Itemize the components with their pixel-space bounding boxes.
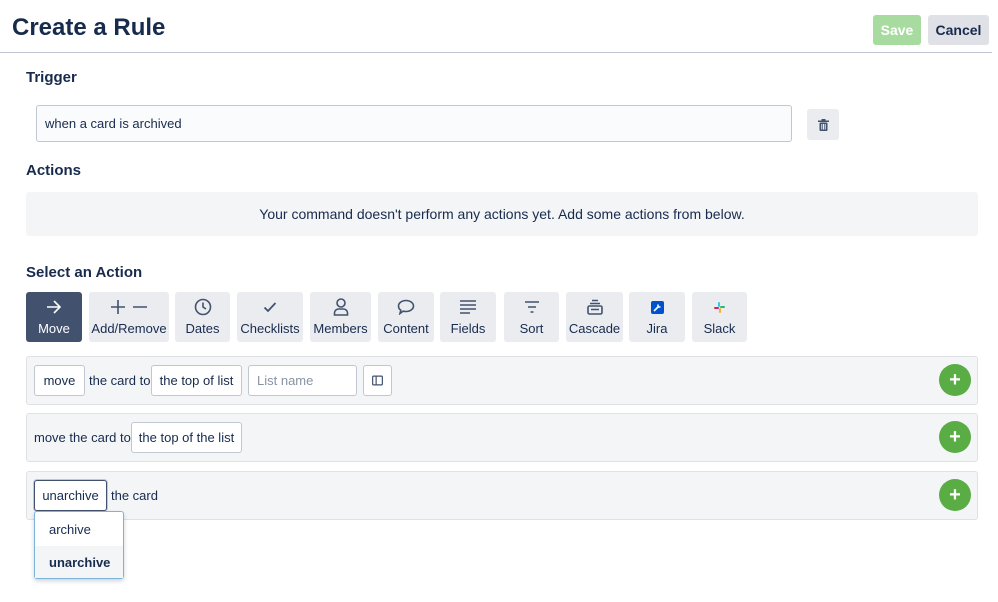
person-icon [333, 298, 349, 316]
speech-bubble-icon [397, 298, 415, 316]
tab-label: Add/Remove [91, 321, 167, 336]
tab-label: Jira [646, 321, 668, 336]
save-button[interactable]: Save [873, 15, 921, 45]
plus-minus-icon [110, 298, 148, 316]
arrow-right-icon [46, 298, 62, 316]
select-action-label: Select an Action [26, 264, 143, 281]
trigger-label: Trigger [26, 69, 77, 86]
tab-content[interactable]: Content [378, 292, 434, 342]
clock-icon [194, 298, 212, 316]
tab-jira[interactable]: Jira [629, 292, 685, 342]
tab-checklists[interactable]: Checklists [237, 292, 303, 342]
action-row-move-to-top: move the card to the top of the list + [26, 413, 978, 462]
tab-label: Cascade [568, 321, 621, 336]
plus-icon: + [949, 483, 961, 506]
add-action-button[interactable]: + [939, 364, 971, 396]
add-action-button[interactable]: + [939, 479, 971, 511]
cancel-button[interactable]: Cancel [928, 15, 989, 45]
list-name-input[interactable]: List name [248, 365, 357, 396]
list-position-select[interactable]: the top of the list [131, 422, 242, 453]
delete-trigger-button[interactable] [807, 109, 839, 140]
move-verb-select[interactable]: move [34, 365, 85, 396]
row-text: the card [111, 488, 158, 503]
trash-icon [817, 118, 829, 131]
trigger-text: when a card is archived [45, 116, 182, 131]
board-picker-button[interactable] [363, 365, 392, 396]
tab-label: Fields [450, 321, 486, 336]
tab-members[interactable]: Members [310, 292, 371, 342]
tab-slack[interactable]: Slack [692, 292, 747, 342]
action-row-move-to-list: move the card to the top of list List na… [26, 356, 978, 405]
slack-icon [714, 298, 725, 316]
row-text: move the card to [34, 430, 131, 445]
filter-icon [524, 298, 540, 316]
dropdown-option-unarchive[interactable]: unarchive [35, 546, 123, 578]
tab-dates[interactable]: Dates [175, 292, 230, 342]
tab-label: Move [38, 321, 70, 336]
plus-icon: + [949, 425, 961, 448]
check-icon [263, 298, 277, 316]
tab-move[interactable]: Move [26, 292, 82, 342]
jira-icon [650, 298, 664, 316]
tab-label: Members [313, 321, 368, 336]
tab-sort[interactable]: Sort [504, 292, 559, 342]
action-row-archive: unarchive the card + [26, 471, 978, 520]
tab-label: Dates [185, 321, 220, 336]
tab-add-remove[interactable]: Add/Remove [89, 292, 169, 342]
trigger-field[interactable]: when a card is archived [36, 105, 792, 142]
tab-label: Content [383, 321, 429, 336]
lines-icon [460, 298, 476, 316]
actions-label: Actions [26, 162, 82, 179]
tab-cascade[interactable]: Cascade [566, 292, 623, 342]
archive-verb-select[interactable]: unarchive [34, 480, 107, 511]
empty-actions-message: Your command doesn't perform any actions… [26, 192, 978, 236]
tab-label: Checklists [240, 321, 300, 336]
archive-verb-dropdown: archive unarchive [34, 511, 124, 579]
list-position-select[interactable]: the top of list [151, 365, 242, 396]
tab-fields[interactable]: Fields [440, 292, 496, 342]
board-icon [372, 375, 383, 386]
add-action-button[interactable]: + [939, 421, 971, 453]
tab-label: Slack [703, 321, 736, 336]
dropdown-option-archive[interactable]: archive [35, 513, 123, 545]
tab-label: Sort [519, 321, 544, 336]
empty-actions-text: Your command doesn't perform any actions… [259, 206, 745, 222]
page-title: Create a Rule [12, 14, 166, 41]
stack-icon [586, 298, 603, 316]
plus-icon: + [949, 368, 961, 391]
header: Create a Rule Save Cancel [0, 0, 992, 53]
row-text: the card to [89, 373, 151, 388]
